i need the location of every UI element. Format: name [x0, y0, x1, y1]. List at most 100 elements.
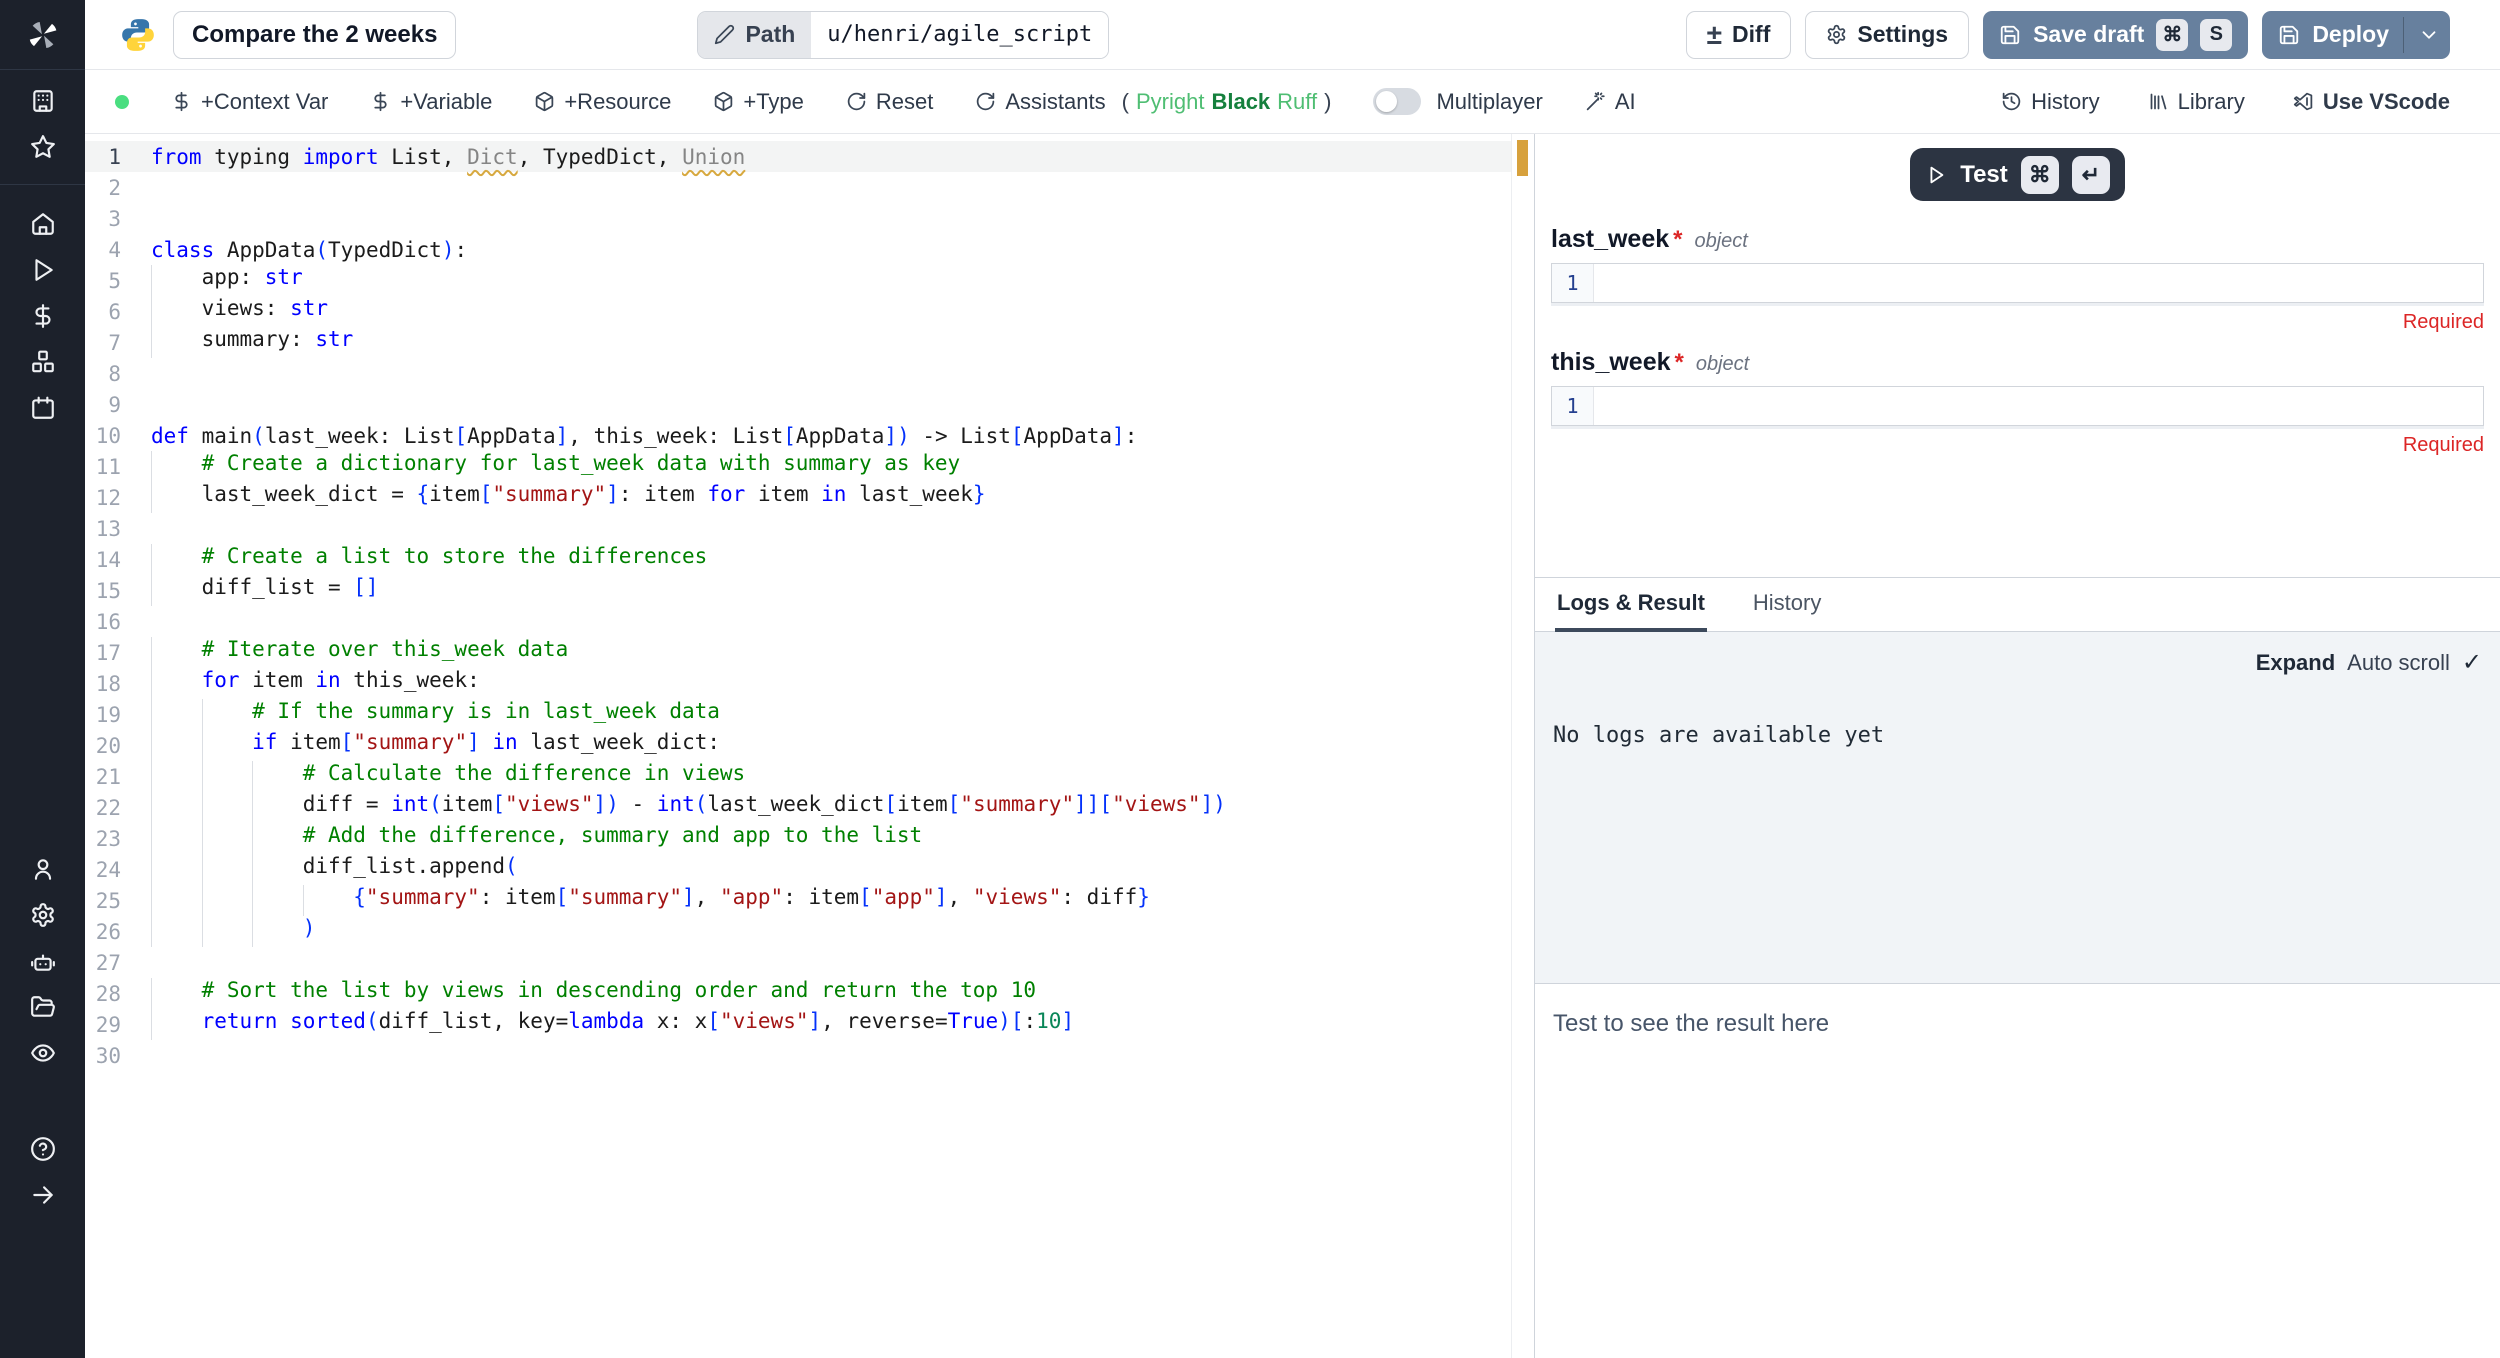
sidebar-item-workspace[interactable]	[0, 78, 85, 124]
line-number: 15	[85, 579, 121, 603]
kbd-cmd: ⌘	[2021, 156, 2059, 194]
deploy-button[interactable]: Deploy	[2262, 11, 2450, 59]
code-line[interactable]: 4class AppData(TypedDict):	[85, 234, 1534, 265]
ai-button[interactable]: AI	[1585, 89, 1636, 115]
arg-input[interactable]	[1594, 264, 2483, 302]
save-icon	[2278, 24, 2300, 46]
sidebar-item-home[interactable]	[0, 201, 85, 247]
add-variable-button[interactable]: +Variable	[370, 89, 492, 115]
path-value[interactable]: u/henri/agile_script	[811, 12, 1108, 58]
code-editor[interactable]: 1from typing import List, Dict, TypedDic…	[85, 134, 1534, 1358]
tab-history[interactable]: History	[1751, 578, 1823, 632]
code-line[interactable]: 23# Add the difference, summary and app …	[85, 823, 1534, 854]
line-number: 3	[85, 207, 121, 231]
line-number: 19	[85, 703, 121, 727]
code-line[interactable]: 26)	[85, 916, 1534, 947]
overview-ruler[interactable]	[1511, 134, 1534, 1358]
sidebar-item-resources[interactable]	[0, 339, 85, 385]
sidebar-item-variables[interactable]	[0, 293, 85, 339]
reset-button[interactable]: Reset	[846, 89, 933, 115]
test-label: Test	[1960, 161, 2008, 189]
arg-input[interactable]	[1594, 387, 2483, 425]
warning-marker	[1517, 140, 1528, 176]
line-number: 21	[85, 765, 121, 789]
path-label-segment[interactable]: Path	[698, 12, 811, 58]
sidebar-item-folders[interactable]	[0, 984, 85, 1030]
arg-editor[interactable]: 1	[1551, 263, 2484, 303]
save-draft-button[interactable]: Save draft ⌘ S	[1983, 11, 2248, 59]
sidebar-item-favorites[interactable]	[0, 124, 85, 170]
multiplayer-toggle[interactable]	[1373, 88, 1421, 115]
assistants-status: (PyrightBlackRuff)	[1122, 89, 1332, 115]
code-line[interactable]: 10def main(last_week: List[AppData], thi…	[85, 420, 1534, 451]
diff-button[interactable]: ± Diff	[1686, 11, 1792, 59]
code-line[interactable]: 27	[85, 947, 1534, 978]
windmill-logo[interactable]	[0, 0, 85, 70]
sidebar-item-users[interactable]	[0, 846, 85, 892]
code-line[interactable]: 18for item in this_week:	[85, 668, 1534, 699]
code-line[interactable]: 1from typing import List, Dict, TypedDic…	[85, 141, 1534, 172]
line-number: 26	[85, 920, 121, 944]
history-button[interactable]: History	[2001, 89, 2099, 115]
code-line[interactable]: 29return sorted(diff_list, key=lambda x:…	[85, 1009, 1534, 1040]
code-line[interactable]: 24diff_list.append(	[85, 854, 1534, 885]
code-line[interactable]: 2	[85, 172, 1534, 203]
code-line[interactable]: 22diff = int(item["views"]) - int(last_w…	[85, 792, 1534, 823]
chevron-down-icon[interactable]	[2418, 24, 2440, 46]
code-line[interactable]: 11# Create a dictionary for last_week da…	[85, 451, 1534, 482]
add-type-button[interactable]: +Type	[713, 89, 804, 115]
test-button[interactable]: Test ⌘ ↵	[1910, 148, 2125, 201]
sidebar-item-runs[interactable]	[0, 247, 85, 293]
folder-open-icon	[30, 994, 56, 1020]
code-line[interactable]: 30	[85, 1040, 1534, 1071]
assistants-button[interactable]: Assistants	[975, 89, 1105, 115]
code-line[interactable]: 13	[85, 513, 1534, 544]
code-line[interactable]: 9	[85, 389, 1534, 420]
sidebar-item-expand[interactable]	[0, 1172, 85, 1218]
play-icon	[1925, 164, 1947, 186]
code-line[interactable]: 8	[85, 358, 1534, 389]
home-icon	[30, 211, 56, 237]
sidebar-item-settings[interactable]	[0, 892, 85, 938]
code-line[interactable]: 14# Create a list to store the differenc…	[85, 544, 1534, 575]
code-line[interactable]: 5app: str	[85, 265, 1534, 296]
line-number: 1	[85, 145, 121, 169]
plus-minus-icon: ±	[1707, 21, 1722, 49]
code-line[interactable]: 21# Calculate the difference in views	[85, 761, 1534, 792]
tab-logs-result[interactable]: Logs & Result	[1555, 578, 1707, 632]
line-number: 10	[85, 424, 121, 448]
code-line[interactable]: 19# If the summary is in last_week data	[85, 699, 1534, 730]
code-line[interactable]: 6views: str	[85, 296, 1534, 327]
sidebar-item-audit-logs[interactable]	[0, 1030, 85, 1076]
code-line[interactable]: 16	[85, 606, 1534, 637]
code-line[interactable]: 7summary: str	[85, 327, 1534, 358]
vscode-button[interactable]: Use VScode	[2293, 89, 2450, 115]
add-context-var-button[interactable]: +Context Var	[171, 89, 328, 115]
clock-icon	[2001, 91, 2022, 112]
library-icon	[2148, 91, 2169, 112]
library-button[interactable]: Library	[2148, 89, 2245, 115]
code-line[interactable]: 28# Sort the list by views in descending…	[85, 978, 1534, 1009]
code-line[interactable]: 15diff_list = []	[85, 575, 1534, 606]
code-line[interactable]: 25{"summary": item["summary"], "app": it…	[85, 885, 1534, 916]
line-number: 8	[85, 362, 121, 386]
expand-button[interactable]: Expand	[2256, 650, 2335, 676]
autoscroll-check[interactable]: ✓	[2462, 648, 2482, 677]
line-number: 5	[85, 269, 121, 293]
line-number: 14	[85, 548, 121, 572]
path-badge[interactable]: Path u/henri/agile_script	[697, 11, 1109, 59]
autoscroll-label[interactable]: Auto scroll	[2347, 650, 2450, 676]
code-line[interactable]: 3	[85, 203, 1534, 234]
args-area: Test ⌘ ↵ last_week* object 1 Required	[1535, 134, 2500, 577]
settings-button[interactable]: Settings	[1805, 11, 1969, 59]
script-title-input[interactable]: Compare the 2 weeks	[173, 11, 456, 59]
sidebar-item-help[interactable]	[0, 1126, 85, 1172]
code-line[interactable]: 20if item["summary"] in last_week_dict:	[85, 730, 1534, 761]
sidebar-item-workers[interactable]	[0, 938, 85, 984]
add-resource-button[interactable]: +Resource	[534, 89, 671, 115]
arg-editor[interactable]: 1	[1551, 386, 2484, 426]
code-line[interactable]: 17# Iterate over this_week data	[85, 637, 1534, 668]
sidebar-item-schedules[interactable]	[0, 385, 85, 431]
result-panel: Test to see the result here	[1535, 983, 2500, 1358]
code-line[interactable]: 12last_week_dict = {item["summary"]: ite…	[85, 482, 1534, 513]
